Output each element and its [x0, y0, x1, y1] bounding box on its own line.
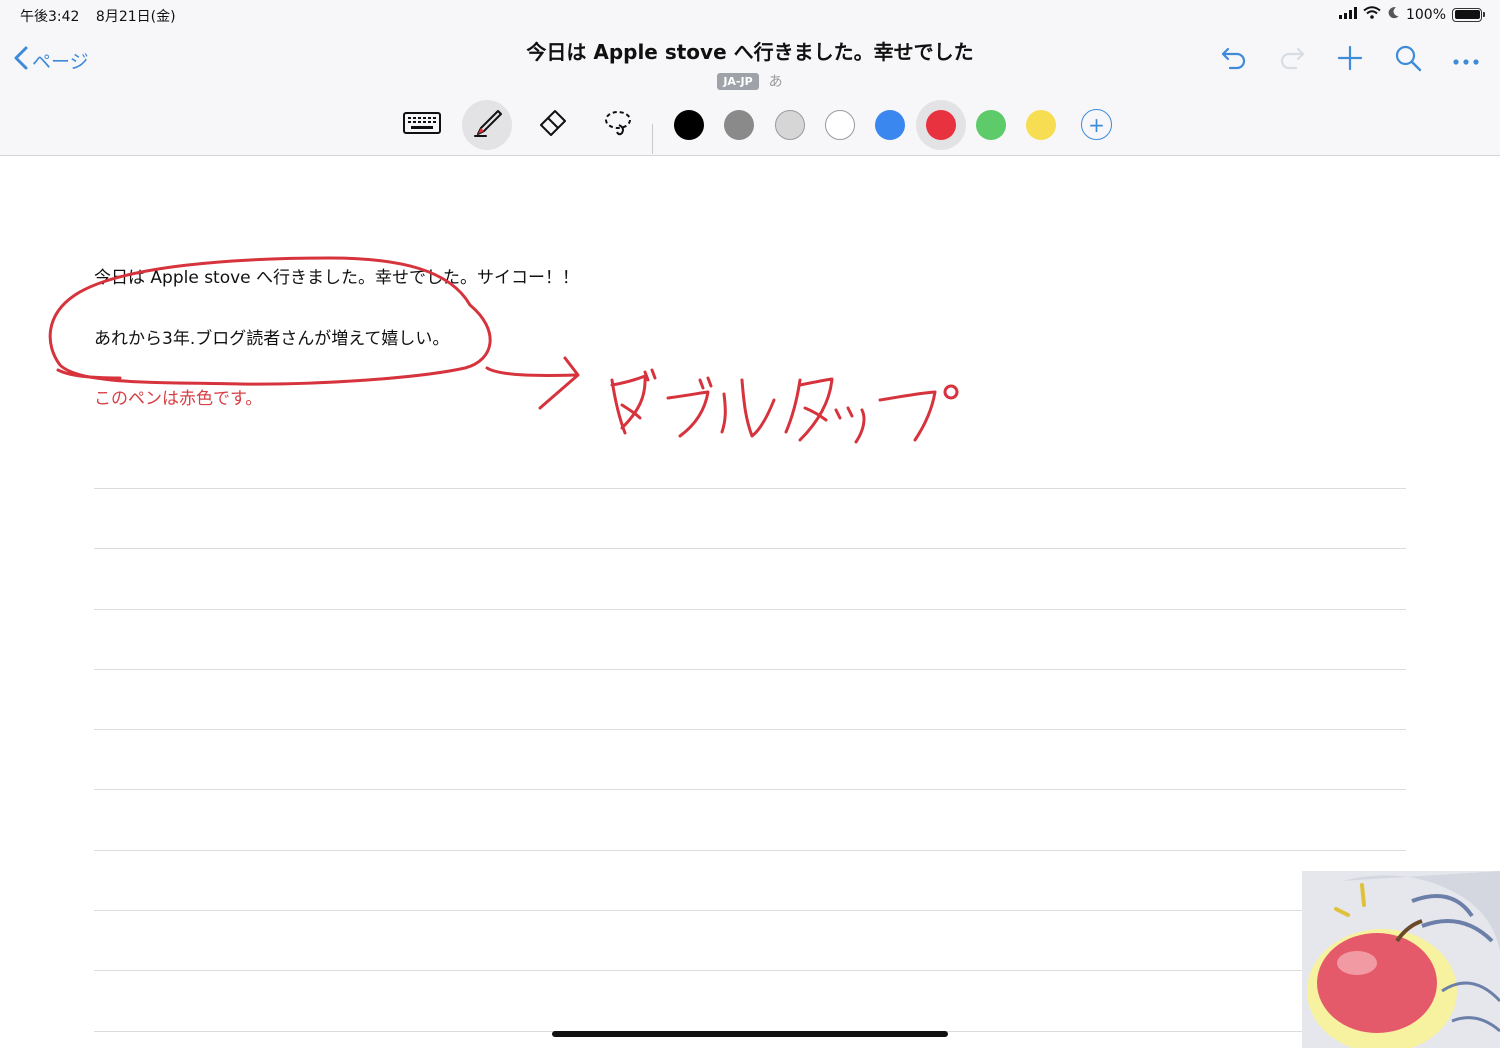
cellular-signal-icon	[1338, 6, 1357, 23]
color-swatch-red[interactable]	[916, 100, 966, 150]
color-swatch-black[interactable]	[664, 100, 714, 150]
more-button[interactable]	[1450, 44, 1482, 76]
color-dot-light-gray	[775, 110, 805, 140]
home-indicator[interactable]	[552, 1031, 948, 1037]
search-button[interactable]	[1392, 44, 1424, 76]
color-swatch-light-gray[interactable]	[765, 100, 815, 150]
status-time: 午後3:42	[20, 9, 80, 25]
lasso-icon	[603, 108, 635, 142]
plus-icon	[1337, 45, 1363, 75]
more-icon	[1453, 51, 1479, 70]
ruled-line	[94, 850, 1406, 851]
color-dot-blue	[875, 110, 905, 140]
lasso-tool[interactable]	[594, 100, 644, 150]
color-dot-red	[926, 110, 956, 140]
undo-button[interactable]	[1218, 44, 1250, 76]
ruled-line	[94, 548, 1406, 549]
add-button[interactable]	[1334, 44, 1366, 76]
header-actions	[1218, 44, 1482, 76]
apple-mascot-icon	[1302, 871, 1500, 1048]
back-button[interactable]: ページ	[14, 46, 89, 75]
color-swatch-white[interactable]	[815, 100, 865, 150]
undo-icon	[1220, 45, 1248, 75]
pen-tool[interactable]	[462, 100, 512, 150]
battery-percent: 100%	[1405, 6, 1446, 23]
ruled-line	[94, 729, 1406, 730]
color-swatch-gray[interactable]	[714, 100, 764, 150]
do-not-disturb-moon-icon	[1387, 6, 1400, 23]
pen-icon	[472, 108, 502, 142]
input-mode-indicator: あ	[768, 74, 783, 90]
status-indicators: 100%	[1338, 6, 1485, 23]
ruled-line	[94, 669, 1406, 670]
battery-icon	[1452, 7, 1485, 22]
drawing-toolbar: +	[0, 100, 1500, 156]
note-text-line-2[interactable]: あれから3年.ブログ読者さんが増えて嬉しい。	[94, 324, 449, 349]
ruled-line	[94, 910, 1406, 911]
ink-char-pu	[878, 384, 959, 442]
note-text-line-3[interactable]: このペンは赤色です。	[94, 384, 262, 409]
keyboard-tool[interactable]	[397, 100, 447, 150]
ink-char-tsu	[834, 406, 866, 444]
chevron-left-icon	[14, 46, 28, 75]
color-swatch-green[interactable]	[966, 100, 1016, 150]
search-icon	[1394, 44, 1422, 76]
ink-arrow-annotation	[485, 366, 577, 377]
ink-char-bu	[666, 376, 713, 438]
ruled-line	[94, 609, 1406, 610]
color-dot-green	[976, 110, 1006, 140]
note-title[interactable]: 今日は Apple stove へ行きました。幸せでした	[450, 36, 1050, 65]
note-header: ページ 今日は Apple stove へ行きました。幸せでした JA-JP あ	[0, 30, 1500, 100]
ink-char-da	[610, 368, 657, 435]
ruled-line	[94, 789, 1406, 790]
battery-fill	[1454, 10, 1480, 19]
color-dot-white	[825, 110, 855, 140]
color-dot-gray	[724, 110, 754, 140]
ink-char-ta	[784, 377, 834, 442]
language-badge[interactable]: JA-JP	[717, 72, 759, 90]
handwriting-layer	[48, 256, 959, 444]
redo-button[interactable]	[1276, 44, 1308, 76]
note-text-line-1[interactable]: 今日は Apple stove へ行きました。幸せでした。サイコー！！	[94, 263, 579, 288]
status-date: 8月21日(金)	[95, 9, 176, 25]
status-time-date: 午後3:42 8月21日(金)	[20, 6, 176, 26]
plus-circle-icon: +	[1088, 112, 1105, 137]
title-area: 今日は Apple stove へ行きました。幸せでした JA-JP あ	[450, 36, 1050, 91]
ruled-line	[94, 970, 1406, 971]
ruled-line	[94, 488, 1406, 489]
eraser-tool[interactable]	[527, 100, 577, 150]
color-swatch-yellow[interactable]	[1016, 100, 1066, 150]
wifi-icon	[1363, 6, 1381, 23]
status-bar: 午後3:42 8月21日(金) 100%	[0, 0, 1500, 30]
toolbar-divider	[652, 124, 653, 154]
keyboard-icon	[403, 112, 441, 138]
mascot-illustration	[1302, 871, 1500, 1048]
color-swatch-blue[interactable]	[865, 100, 915, 150]
ink-circle-tail	[56, 368, 122, 380]
redo-icon	[1278, 45, 1306, 75]
eraser-icon	[536, 108, 568, 142]
ink-arrowhead	[538, 356, 580, 410]
back-label: ページ	[32, 51, 89, 73]
color-dot-yellow	[1026, 110, 1056, 140]
title-meta: JA-JP あ	[450, 71, 1050, 91]
add-color-button[interactable]: +	[1081, 109, 1112, 140]
color-dot-black	[674, 110, 704, 140]
ink-char-ru	[720, 378, 776, 438]
